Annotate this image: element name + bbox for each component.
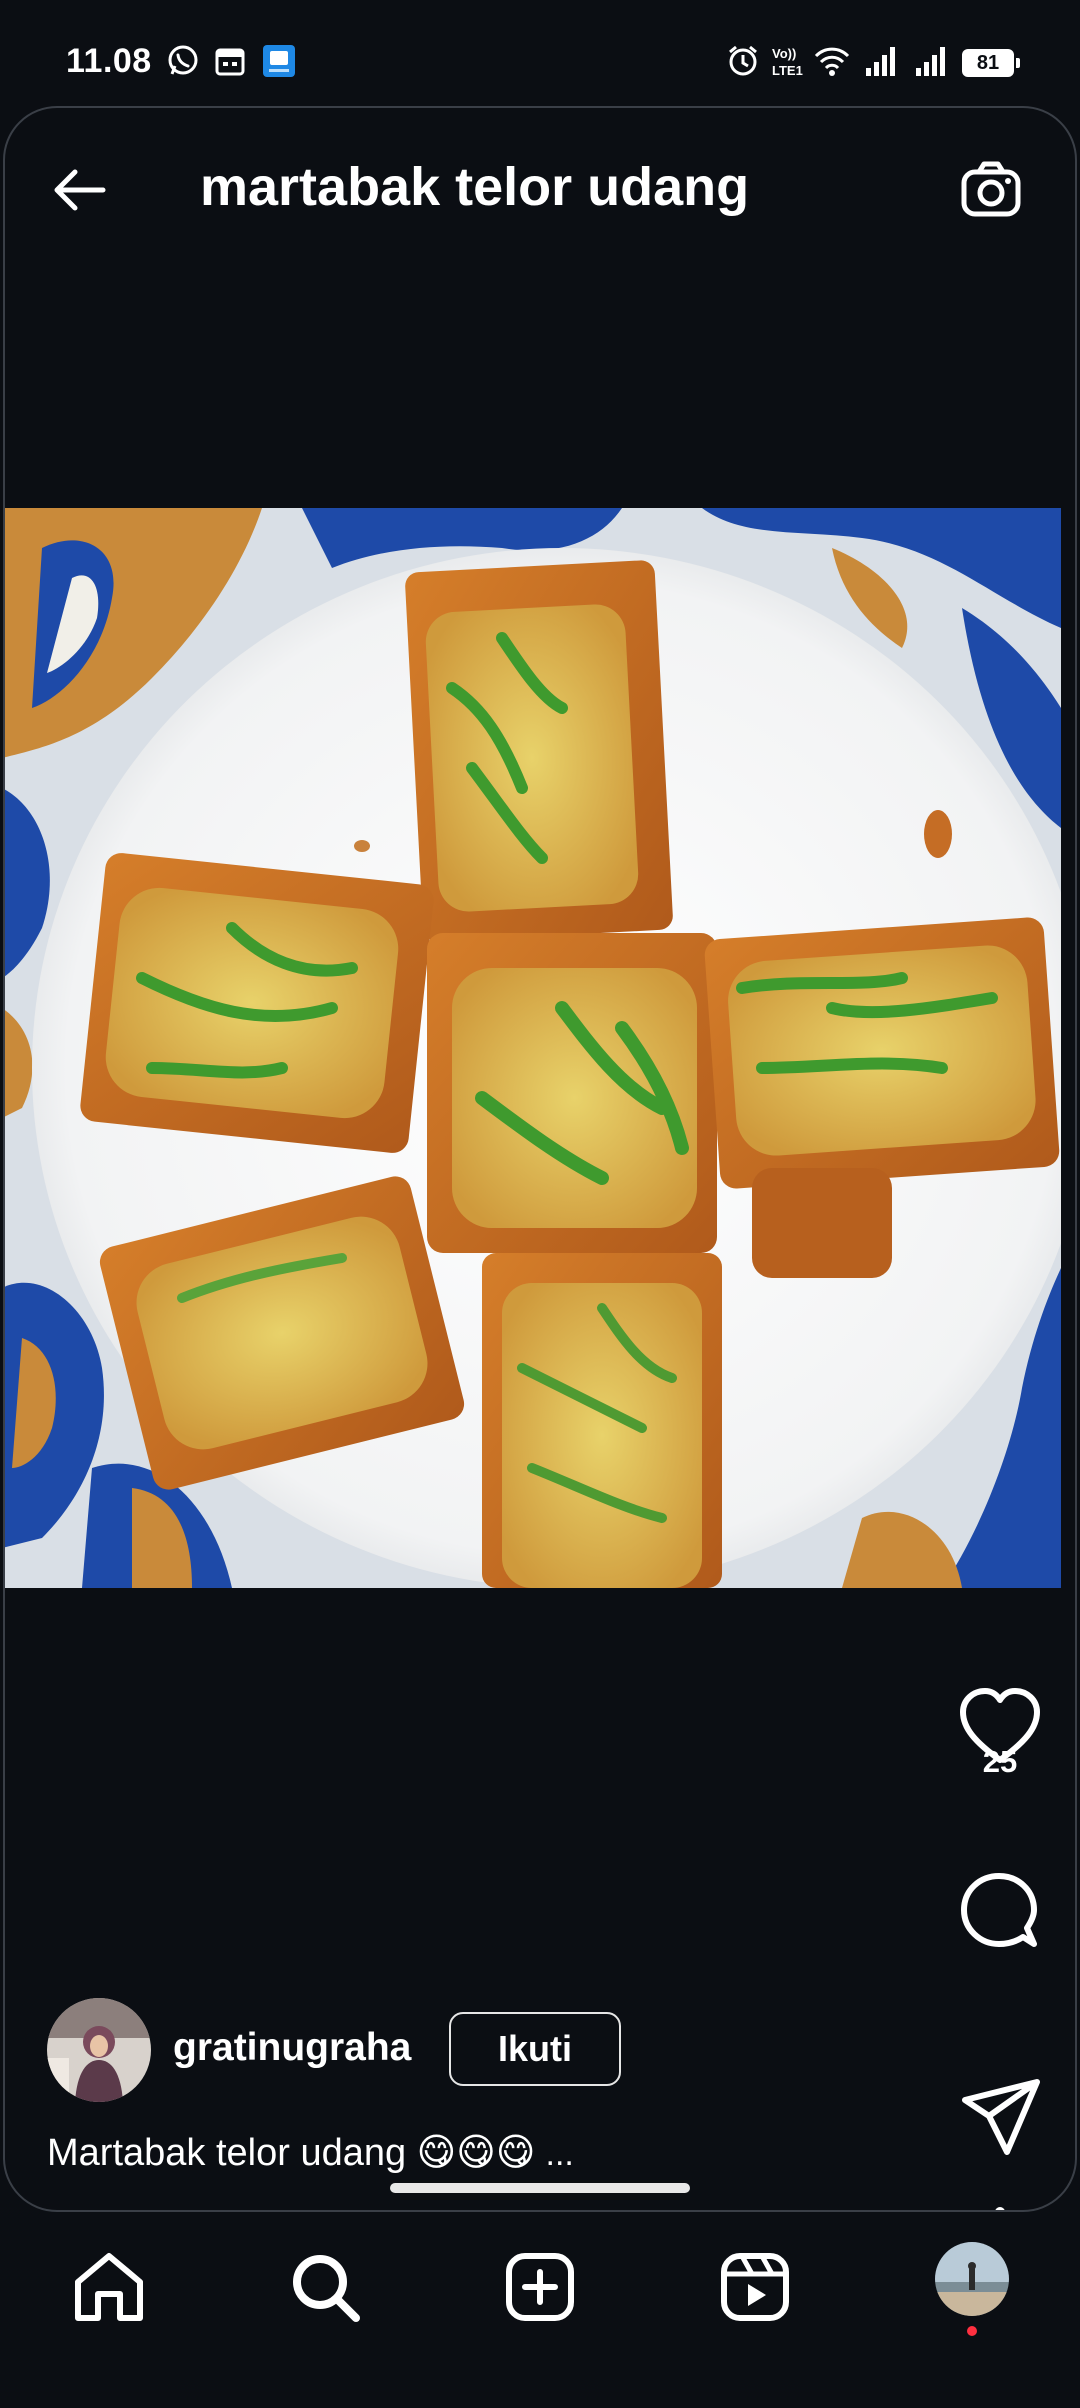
camera-icon[interactable] <box>955 154 1027 226</box>
home-icon[interactable] <box>68 2246 150 2328</box>
comment-icon[interactable] <box>955 1868 1045 1958</box>
profile-avatar[interactable] <box>935 2242 1009 2316</box>
home-indicator[interactable] <box>390 2183 690 2193</box>
search-icon[interactable] <box>284 2246 366 2328</box>
app-store-icon <box>263 45 295 77</box>
notification-dot <box>967 2326 977 2336</box>
reels-icon[interactable] <box>714 2246 796 2328</box>
volte-icon: Vo)) LTE1 <box>772 46 803 78</box>
signal-icon <box>916 47 945 76</box>
post-caption[interactable]: Martabak telor udang 😋😋😋... <box>47 2130 574 2175</box>
more-vertical-icon[interactable] <box>955 2190 1045 2212</box>
bottom-navigation <box>0 2212 1080 2408</box>
signal-icon <box>866 47 895 76</box>
wifi-icon <box>814 47 850 76</box>
battery-indicator: 81 <box>962 49 1020 77</box>
post-photo[interactable] <box>5 508 1061 1588</box>
author-avatar[interactable] <box>47 1998 151 2102</box>
post-header: martabak telor udang <box>5 108 1075 268</box>
status-bar: 11.08 Vo)) LTE1 81 <box>0 0 1080 110</box>
svg-text:Vo)): Vo)) <box>772 46 796 61</box>
create-post-icon[interactable] <box>499 2246 581 2328</box>
caption-more[interactable]: ... <box>546 2135 574 2173</box>
share-icon[interactable] <box>955 2070 1045 2160</box>
alarm-icon <box>729 45 757 76</box>
back-arrow-icon[interactable] <box>45 154 117 226</box>
post-viewer: martabak telor udang 25 gratinugraha Iku… <box>3 106 1077 2212</box>
calendar-icon <box>215 48 245 76</box>
like-count[interactable]: 25 <box>955 1744 1045 1780</box>
status-time: 11.08 <box>66 42 152 80</box>
svg-text:LTE1: LTE1 <box>772 63 803 78</box>
whatsapp-icon <box>168 45 198 75</box>
caption-text: Martabak telor udang 😋😋😋 <box>47 2132 536 2174</box>
author-username[interactable]: gratinugraha <box>173 2026 411 2070</box>
page-title: martabak telor udang <box>200 157 750 217</box>
follow-button[interactable]: Ikuti <box>449 2012 621 2086</box>
